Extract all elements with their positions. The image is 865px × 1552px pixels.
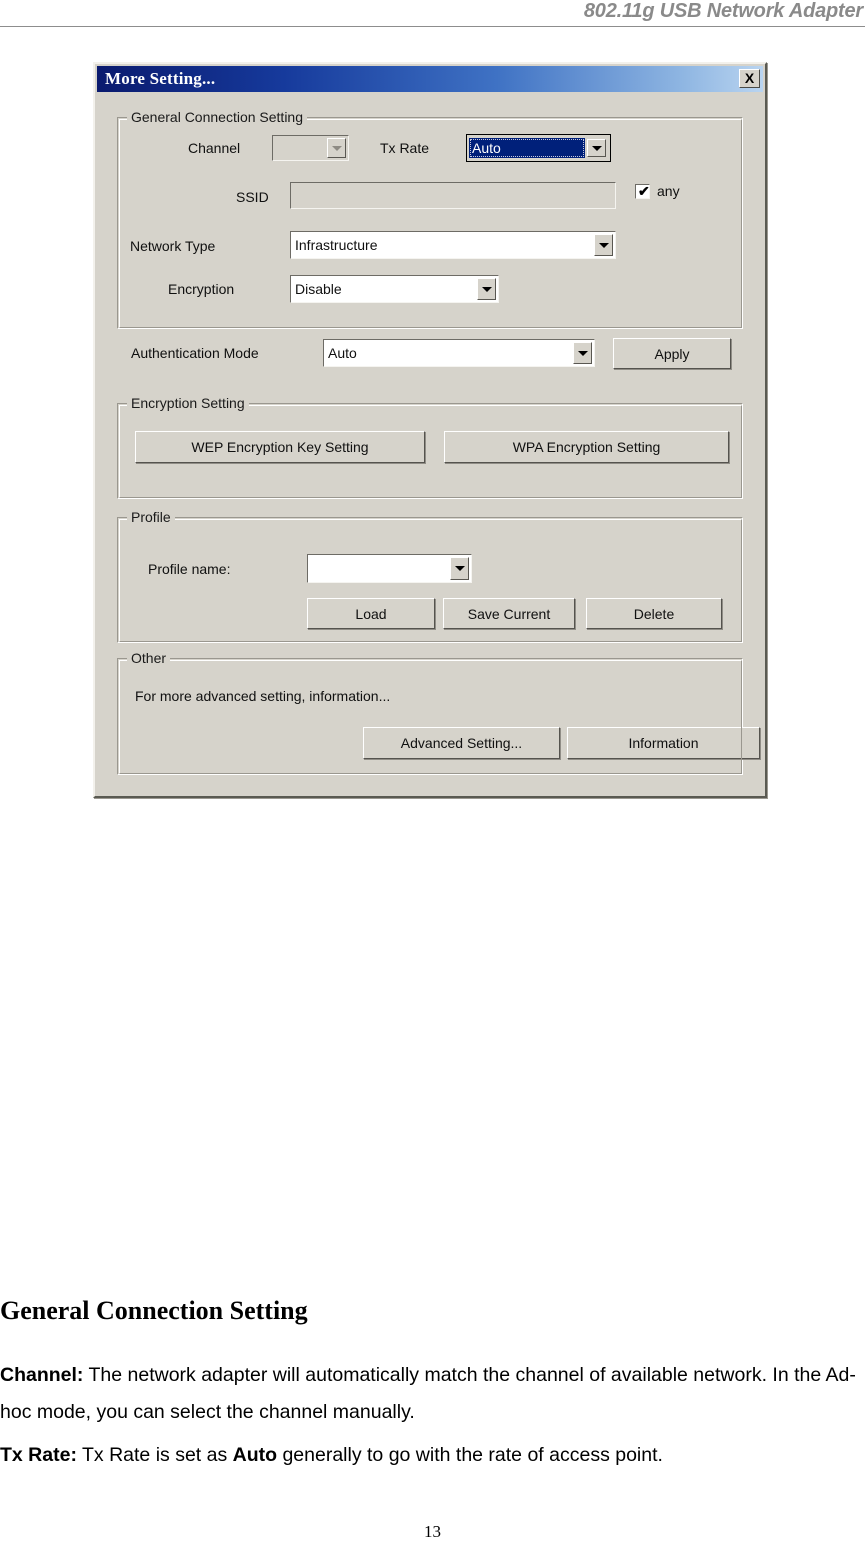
network-type-value: Infrastructure (295, 237, 378, 253)
paragraph-txrate-term: Tx Rate: (0, 1444, 77, 1466)
tx-rate-dropdown[interactable]: Auto (466, 134, 611, 162)
profile-name-dropdown[interactable] (307, 554, 472, 583)
network-type-label: Network Type (130, 238, 216, 254)
other-description: For more advanced setting, information..… (135, 688, 391, 704)
paragraph-channel-body: The network adapter will automatically m… (0, 1364, 856, 1423)
any-checkbox[interactable]: ✔ any (635, 183, 680, 199)
apply-button[interactable]: Apply (613, 338, 731, 369)
ssid-label: SSID (236, 189, 269, 205)
chevron-down-icon[interactable] (594, 234, 613, 256)
encryption-dropdown[interactable]: Disable (290, 275, 499, 303)
general-connection-setting-group: General Connection Setting Channel Tx Ra… (117, 109, 743, 329)
delete-button[interactable]: Delete (586, 598, 722, 629)
paragraph-txrate-body-1: Tx Rate is set as (76, 1444, 233, 1466)
channel-dropdown[interactable] (272, 135, 349, 161)
page-header-title: 802.11g USB Network Adapter (583, 0, 863, 22)
profile-group: Profile Profile name: Load Save Current … (117, 509, 743, 643)
chevron-down-icon[interactable] (450, 557, 469, 580)
more-setting-dialog: More Setting... X General Connection Set… (93, 62, 767, 798)
chevron-down-icon[interactable] (587, 139, 606, 157)
general-connection-setting-title: General Connection Setting (127, 109, 307, 125)
checkbox-box[interactable]: ✔ (635, 182, 650, 199)
paragraph-txrate-body-2: generally to go with the rate of access … (277, 1444, 663, 1466)
close-icon[interactable]: X (739, 69, 760, 88)
load-button[interactable]: Load (307, 598, 435, 629)
other-title: Other (127, 650, 171, 666)
page-header: 802.11g USB Network Adapter (0, 0, 865, 30)
any-checkbox-label: any (657, 183, 680, 199)
dialog-titlebar: More Setting... X (97, 66, 763, 92)
authentication-mode-value: Auto (328, 345, 357, 361)
network-type-dropdown[interactable]: Infrastructure (290, 231, 616, 259)
information-button[interactable]: Information (567, 727, 760, 759)
wep-encryption-key-setting-button[interactable]: WEP Encryption Key Setting (135, 431, 425, 463)
paragraph-channel: Channel: The network adapter will automa… (0, 1357, 865, 1431)
tx-rate-value: Auto (469, 138, 585, 158)
other-group: Other For more advanced setting, informa… (117, 650, 760, 775)
paragraph-channel-term: Channel: (0, 1364, 84, 1386)
dialog-title: More Setting... (105, 69, 216, 88)
encryption-setting-group: Encryption Setting WEP Encryption Key Se… (117, 395, 743, 499)
authentication-mode-label: Authentication Mode (131, 345, 259, 361)
channel-label: Channel (188, 140, 241, 156)
check-icon: ✔ (638, 182, 650, 199)
chevron-down-icon[interactable] (477, 278, 496, 300)
advanced-setting-button[interactable]: Advanced Setting... (363, 727, 560, 759)
tx-rate-label: Tx Rate (380, 140, 430, 156)
encryption-setting-title: Encryption Setting (127, 395, 249, 411)
encryption-value: Disable (295, 281, 342, 297)
chevron-down-icon[interactable] (573, 342, 592, 364)
ssid-input[interactable] (290, 182, 616, 209)
section-heading: General Connection Setting (0, 1296, 308, 1325)
save-current-button[interactable]: Save Current (443, 598, 575, 629)
page-number: 13 (424, 1522, 441, 1541)
header-divider (0, 26, 865, 27)
profile-name-label: Profile name: (148, 561, 231, 577)
paragraph-txrate: Tx Rate: Tx Rate is set as Auto generall… (0, 1437, 865, 1474)
wpa-encryption-setting-button[interactable]: WPA Encryption Setting (444, 431, 729, 463)
encryption-label: Encryption (168, 281, 235, 297)
chevron-down-icon[interactable] (327, 138, 346, 158)
profile-title: Profile (127, 509, 175, 525)
authentication-mode-dropdown[interactable]: Auto (323, 339, 595, 367)
paragraph-txrate-emphasis: Auto (232, 1444, 278, 1466)
